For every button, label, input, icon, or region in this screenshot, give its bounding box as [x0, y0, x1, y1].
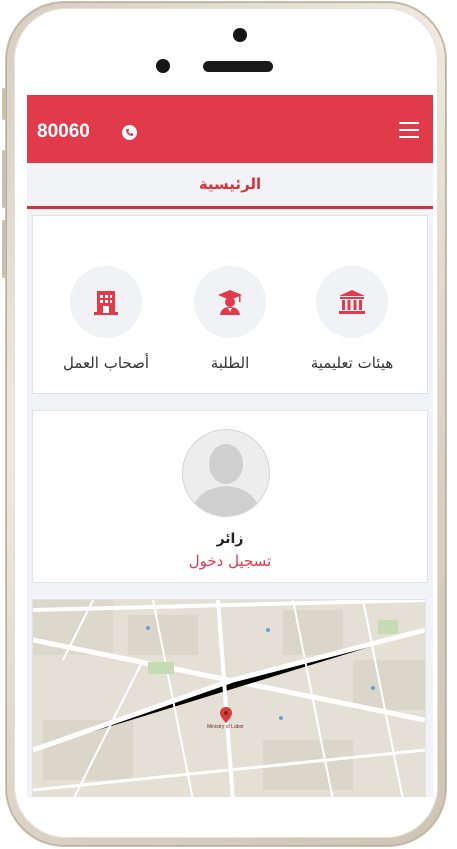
user-name: زائر	[216, 531, 244, 547]
profile-card: زائر تسجيل دخول	[33, 411, 427, 582]
map-pin-icon[interactable]	[220, 707, 232, 723]
hotline-number[interactable]: 80060	[37, 121, 90, 143]
page-title-bar: الرئيسية	[27, 163, 433, 209]
sensor-icon	[156, 59, 170, 73]
app-screen: 80060 الرئيسية أصحاب العمل الطلبة هيئات …	[27, 95, 433, 797]
phone-icon[interactable]	[122, 125, 137, 140]
category-employers[interactable]: أصحاب العمل	[51, 266, 161, 372]
volume-up-button	[2, 150, 6, 208]
map-pin-label: Ministry of Labor	[207, 724, 244, 730]
categories-card: أصحاب العمل الطلبة هيئات تعليمية	[33, 216, 427, 393]
login-link[interactable]: تسجيل دخول	[33, 552, 427, 570]
page-title: الرئيسية	[198, 175, 262, 193]
institution-icon	[316, 266, 388, 338]
category-label: هيئات تعليمية	[310, 354, 394, 372]
mute-switch	[2, 88, 6, 120]
user-avatar-icon	[183, 430, 269, 516]
location-map[interactable]: Ministry of Labor	[33, 600, 425, 797]
category-students[interactable]: الطلبة	[175, 266, 285, 372]
graduate-icon	[194, 266, 266, 338]
camera-icon	[233, 28, 247, 42]
speaker-grille	[203, 61, 273, 72]
hamburger-menu-icon[interactable]	[399, 122, 419, 138]
category-institutions[interactable]: هيئات تعليمية	[297, 266, 407, 372]
building-icon	[70, 266, 142, 338]
app-bar: 80060	[27, 95, 433, 163]
category-label: الطلبة	[210, 354, 250, 372]
category-label: أصحاب العمل	[62, 354, 150, 372]
volume-down-button	[2, 220, 6, 278]
